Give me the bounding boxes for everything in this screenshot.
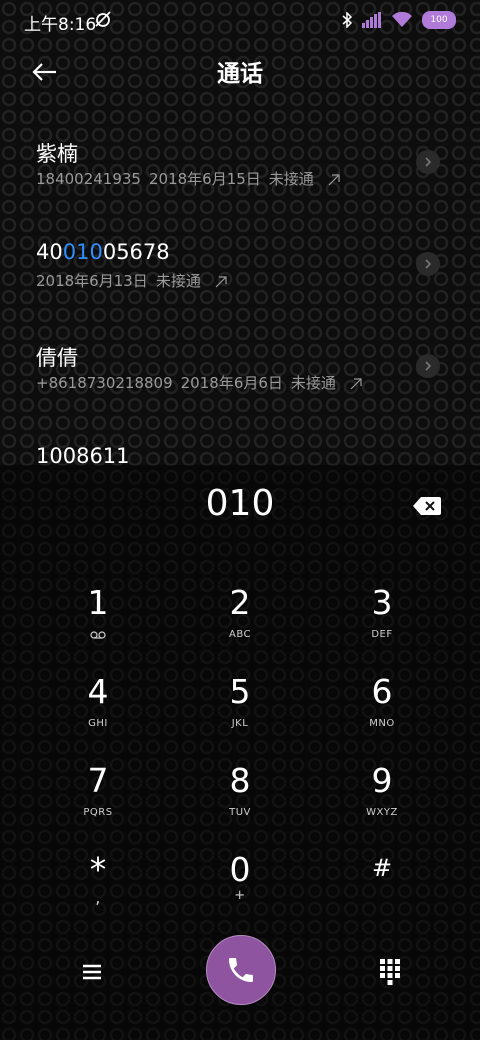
chevron-right-icon: [425, 259, 432, 269]
call-detail-button[interactable]: [416, 150, 440, 174]
phone-icon: [229, 958, 253, 982]
key-digit: 3: [371, 583, 393, 622]
call-status: 未接通: [268, 170, 314, 188]
bluetooth-icon: [342, 12, 352, 28]
status-bar: 上午8:16 100: [0, 0, 480, 40]
battery-indicator: 100: [422, 11, 456, 29]
name-match-highlight: 010: [62, 240, 103, 264]
key-digit: #: [371, 854, 393, 882]
dialed-number-display: 010: [205, 483, 275, 524]
key-letters: JKL: [231, 718, 249, 729]
call-list-item[interactable]: 紫楠 18400241935 2018年6月15日 未接通: [0, 120, 480, 220]
call-detail-button[interactable]: [416, 252, 440, 276]
dial-key-6[interactable]: 6 MNO: [322, 664, 442, 744]
contact-name: 1008611: [36, 444, 130, 465]
key-digit: 2: [229, 583, 251, 622]
key-letters: TUV: [229, 807, 251, 818]
dial-key-2[interactable]: 2 ABC: [180, 575, 300, 655]
dial-key-star[interactable]: * ,: [38, 842, 158, 922]
dial-key-0[interactable]: 0 +: [180, 842, 300, 922]
key-letters: ABC: [228, 629, 251, 640]
call-list-item[interactable]: 1008611: [0, 426, 480, 465]
key-digit: 0: [229, 850, 251, 889]
voicemail-icon: [90, 631, 106, 639]
contact-name: 倩倩: [36, 346, 78, 370]
chevron-right-icon: [425, 361, 432, 371]
alarm-off-icon: [95, 11, 111, 27]
contact-name: 4001005678: [36, 240, 170, 264]
key-letters: DEF: [371, 629, 393, 640]
name-part: 05678: [102, 240, 170, 264]
key-digit: 4: [87, 672, 109, 711]
call-meta: 18400241935 2018年6月15日 未接通: [36, 168, 340, 189]
key-digit: *: [89, 850, 107, 889]
name-part: 40: [36, 240, 63, 264]
call-detail-button[interactable]: [416, 354, 440, 378]
call-button[interactable]: [206, 935, 276, 1005]
key-digit: 8: [229, 761, 251, 800]
call-date: 2018年6月13日: [36, 272, 148, 290]
key-letters: PQRS: [83, 807, 113, 818]
dial-key-8[interactable]: 8 TUV: [180, 753, 300, 833]
status-icons: 100: [342, 11, 456, 29]
status-time: 上午8:16: [24, 15, 97, 35]
dial-key-hash[interactable]: #: [322, 842, 442, 922]
key-digit: 5: [229, 672, 251, 711]
dial-key-4[interactable]: 4 GHI: [38, 664, 158, 744]
dial-key-3[interactable]: 3 DEF: [322, 575, 442, 655]
key-digit: 7: [87, 761, 109, 800]
dial-key-1[interactable]: 1: [38, 575, 158, 655]
dial-key-5[interactable]: 5 JKL: [180, 664, 300, 744]
dialer-panel: 010 1 2 ABC 3 DEF 4 GHI 5 JKL 6 MNO 7 PQ…: [0, 465, 480, 1040]
call-meta: +8618730218809 2018年6月6日 未接通: [36, 372, 362, 393]
call-history-list: 紫楠 18400241935 2018年6月15日 未接通 4001005678 2…: [0, 120, 480, 465]
header: 通话: [0, 48, 480, 92]
backspace-icon[interactable]: [412, 495, 442, 517]
key-digit: 9: [371, 761, 393, 800]
dial-key-7[interactable]: 7 PQRS: [38, 753, 158, 833]
call-number: +8618730218809: [36, 374, 173, 392]
call-number: 18400241935: [36, 170, 141, 188]
dial-key-9[interactable]: 9 WXYZ: [322, 753, 442, 833]
keypad-icon[interactable]: [378, 957, 402, 985]
key-letters: +: [234, 888, 246, 903]
call-meta: 2018年6月13日 未接通: [36, 270, 227, 291]
outgoing-call-icon: [350, 377, 362, 389]
call-status: 未接通: [155, 272, 201, 290]
contact-name: 紫楠: [36, 142, 78, 166]
chevron-right-icon: [425, 157, 432, 167]
call-date: 2018年6月6日: [180, 374, 283, 392]
outgoing-call-icon: [328, 173, 340, 185]
key-digit: 6: [371, 672, 393, 711]
wifi-icon: [392, 12, 412, 27]
call-status: 未接通: [290, 374, 336, 392]
call-list-item[interactable]: 倩倩 +8618730218809 2018年6月6日 未接通: [0, 324, 480, 424]
key-letters: GHI: [88, 718, 108, 729]
key-letters: WXYZ: [366, 807, 398, 818]
outgoing-call-icon: [215, 275, 227, 287]
call-date: 2018年6月15日: [148, 170, 261, 188]
key-letters: ,: [95, 888, 101, 907]
call-list-item[interactable]: 4001005678 2018年6月13日 未接通: [0, 222, 480, 322]
menu-icon[interactable]: [78, 958, 106, 986]
dialer-bottom-bar: [0, 935, 480, 1015]
signal-icon: [362, 12, 381, 28]
page-title: 通话: [217, 61, 263, 87]
key-digit: 1: [87, 583, 109, 622]
key-letters: MNO: [369, 718, 395, 729]
